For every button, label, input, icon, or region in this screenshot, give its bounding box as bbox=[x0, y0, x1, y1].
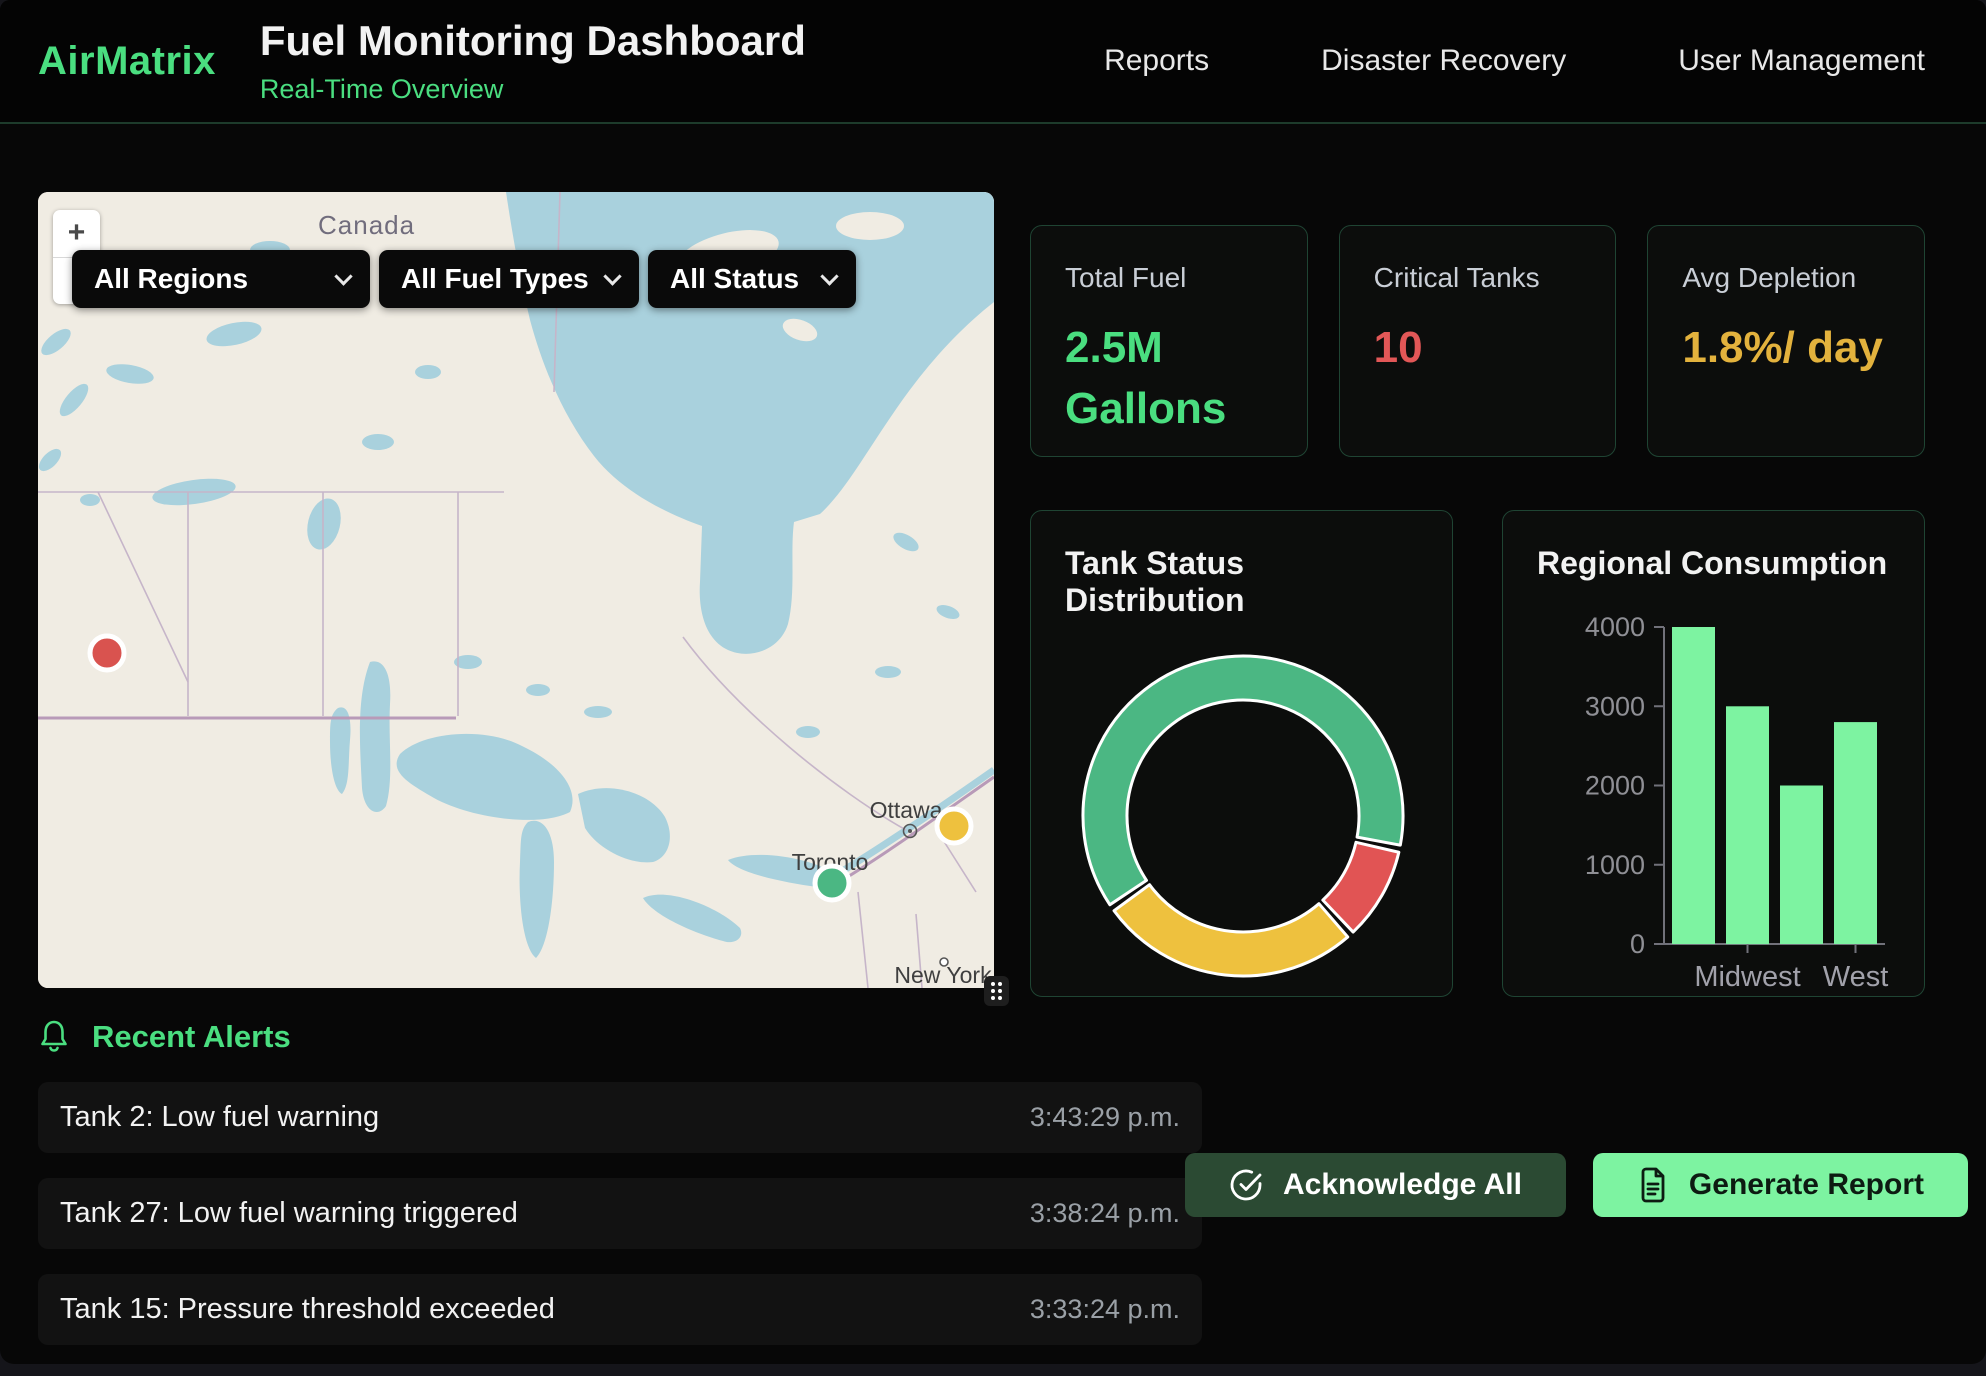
acknowledge-all-label: Acknowledge All bbox=[1283, 1168, 1522, 1202]
chevron-down-icon bbox=[603, 267, 621, 285]
page-subtitle: Real-Time Overview bbox=[260, 74, 806, 105]
stat-label: Critical Tanks bbox=[1374, 262, 1582, 294]
main-nav: Reports Disaster Recovery User Managemen… bbox=[1104, 44, 1925, 78]
brand-logo: AirMatrix bbox=[38, 39, 216, 84]
alerts-header: Recent Alerts bbox=[38, 1019, 1925, 1055]
tank-status-card: Tank Status Distribution bbox=[1030, 510, 1453, 997]
stat-cards: Total Fuel 2.5M Gallons Critical Tanks 1… bbox=[1030, 225, 1925, 457]
svg-text:Midwest: Midwest bbox=[1694, 961, 1800, 993]
nav-user-management[interactable]: User Management bbox=[1678, 44, 1925, 78]
alert-row: Tank 27: Low fuel warning triggered 3:38… bbox=[38, 1178, 1202, 1249]
document-icon bbox=[1637, 1167, 1669, 1203]
city-label-new-york: New York bbox=[894, 962, 992, 988]
svg-text:0: 0 bbox=[1630, 929, 1645, 959]
generate-report-label: Generate Report bbox=[1689, 1168, 1924, 1202]
filter-regions-select[interactable]: All Regions bbox=[72, 250, 370, 308]
stat-total-fuel: Total Fuel 2.5M Gallons bbox=[1030, 225, 1308, 457]
bay-island bbox=[836, 212, 904, 240]
alerts-title: Recent Alerts bbox=[92, 1019, 291, 1055]
filter-status-label: All Status bbox=[670, 263, 799, 295]
map-marker-ottawa[interactable] bbox=[937, 809, 971, 843]
nav-reports[interactable]: Reports bbox=[1104, 44, 1209, 78]
alert-time: 3:43:29 p.m. bbox=[1030, 1102, 1180, 1133]
bar bbox=[1780, 786, 1823, 945]
bar bbox=[1672, 627, 1715, 944]
header: AirMatrix Fuel Monitoring Dashboard Real… bbox=[0, 0, 1986, 124]
svg-text:2000: 2000 bbox=[1585, 771, 1645, 801]
donut-segment-red bbox=[1323, 842, 1399, 932]
chevron-down-icon bbox=[334, 267, 352, 285]
chevron-down-icon bbox=[820, 267, 838, 285]
stat-value: 2.5M Gallons bbox=[1065, 318, 1273, 439]
stat-avg-depletion: Avg Depletion 1.8%/ day bbox=[1647, 225, 1925, 457]
page-title: Fuel Monitoring Dashboard bbox=[260, 17, 806, 65]
map-panel: Canada Ottawa Toronto New York + bbox=[38, 192, 994, 988]
nav-disaster-recovery[interactable]: Disaster Recovery bbox=[1321, 44, 1566, 78]
alert-time: 3:33:24 p.m. bbox=[1030, 1294, 1180, 1325]
filter-regions-label: All Regions bbox=[94, 263, 248, 295]
filter-fuel-types-select[interactable]: All Fuel Types bbox=[379, 250, 639, 308]
filter-status-select[interactable]: All Status bbox=[648, 250, 856, 308]
alert-time: 3:38:24 p.m. bbox=[1030, 1198, 1180, 1229]
map-canvas[interactable]: Canada Ottawa Toronto New York + bbox=[38, 192, 994, 988]
svg-text:3000: 3000 bbox=[1585, 691, 1645, 721]
stat-label: Total Fuel bbox=[1065, 262, 1273, 294]
stat-value: 10 bbox=[1374, 318, 1582, 379]
map-marker-west[interactable] bbox=[90, 636, 124, 670]
main-content: Canada Ottawa Toronto New York + bbox=[0, 124, 1986, 997]
alert-text: Tank 27: Low fuel warning triggered bbox=[60, 1197, 518, 1230]
city-label-ottawa: Ottawa bbox=[870, 797, 943, 823]
alert-text: Tank 2: Low fuel warning bbox=[60, 1101, 379, 1134]
resize-drag-handle-icon[interactable] bbox=[984, 976, 1009, 1006]
alert-row: Tank 15: Pressure threshold exceeded 3:3… bbox=[38, 1274, 1202, 1345]
svg-text:1000: 1000 bbox=[1585, 850, 1645, 880]
svg-text:4000: 4000 bbox=[1585, 612, 1645, 642]
country-label: Canada bbox=[318, 210, 415, 240]
stat-value: 1.8%/ day bbox=[1682, 318, 1890, 379]
map-filters: All Regions All Fuel Types All Status bbox=[72, 250, 856, 308]
tank-status-donut-chart bbox=[1072, 645, 1414, 987]
stat-label: Avg Depletion bbox=[1682, 262, 1890, 294]
alert-row: Tank 2: Low fuel warning 3:43:29 p.m. bbox=[38, 1082, 1202, 1153]
bar bbox=[1834, 722, 1877, 944]
canada-map[interactable]: Canada Ottawa Toronto New York bbox=[38, 192, 994, 988]
dashboard-window: AirMatrix Fuel Monitoring Dashboard Real… bbox=[0, 0, 1986, 1364]
title-block: Fuel Monitoring Dashboard Real-Time Over… bbox=[260, 17, 806, 105]
acknowledge-all-button[interactable]: Acknowledge All bbox=[1185, 1153, 1566, 1217]
bar bbox=[1726, 706, 1769, 944]
check-circle-icon bbox=[1229, 1168, 1263, 1202]
map-marker-toronto[interactable] bbox=[815, 866, 849, 900]
svg-text:West: West bbox=[1823, 961, 1889, 993]
regional-consumption-bar-chart: 0 1000 2000 3000 4000 Midwest West bbox=[1503, 511, 1924, 996]
generate-report-button[interactable]: Generate Report bbox=[1593, 1153, 1968, 1217]
regional-consumption-card: Regional Consumption 01000200030004000Mi… bbox=[1502, 510, 1925, 997]
recent-alerts-section: Recent Alerts Tank 2: Low fuel warning 3… bbox=[0, 997, 1986, 1345]
chart-cards: Tank Status Distribution Regional Consum… bbox=[1030, 510, 1925, 997]
alert-text: Tank 15: Pressure threshold exceeded bbox=[60, 1293, 555, 1326]
alert-actions: Acknowledge All Generate Report bbox=[1185, 1153, 1968, 1217]
stat-critical-tanks: Critical Tanks 10 bbox=[1339, 225, 1617, 457]
right-column: Total Fuel 2.5M Gallons Critical Tanks 1… bbox=[1030, 192, 1925, 997]
alert-list: Tank 2: Low fuel warning 3:43:29 p.m. Ta… bbox=[38, 1082, 1202, 1345]
donut-chart-title: Tank Status Distribution bbox=[1065, 545, 1418, 619]
donut-segment-yellow bbox=[1114, 885, 1348, 976]
filter-fuel-types-label: All Fuel Types bbox=[401, 263, 589, 295]
bell-icon bbox=[38, 1019, 70, 1055]
